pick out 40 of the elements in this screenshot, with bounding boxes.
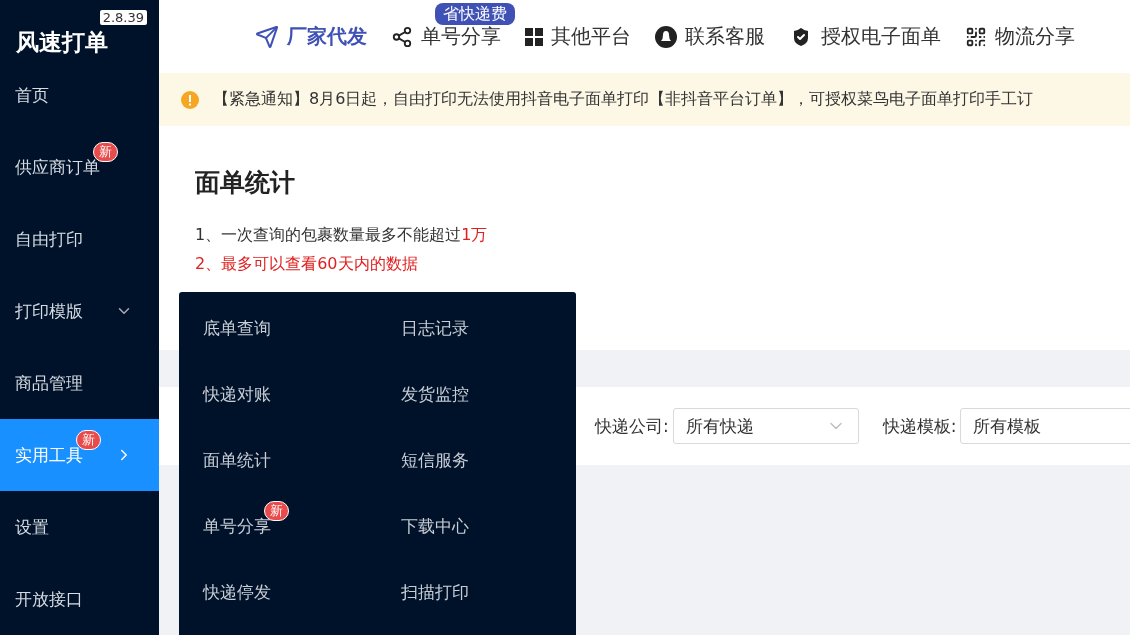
sidebar-item[interactable]: 供应商订单 新 (0, 131, 159, 203)
sidebar-item[interactable]: 自由打印 (0, 203, 159, 275)
notice-text: 【紧急通知】8月6日起，自由打印无法使用抖音电子面单打印【非抖音平台订单】，可授权菜鸟电子面单打印手工订 (213, 89, 1034, 110)
filter-label: 快递公司: (595, 414, 669, 438)
send-icon (255, 24, 279, 49)
menu-item[interactable]: 单号分享 新 (179, 493, 377, 559)
share-icon (391, 25, 413, 48)
menu-item[interactable]: 快递对账 (179, 361, 377, 427)
menu-item[interactable]: 日志记录 (377, 295, 576, 361)
sidebar-item[interactable]: 商品管理 (0, 347, 159, 419)
select-field[interactable]: 所有模板 (960, 408, 1130, 444)
nav-link[interactable]: 物流分享 (965, 23, 1075, 50)
qr-code-icon (965, 25, 987, 48)
page-title: 面单统计 (195, 167, 296, 199)
app-logo: 风速打单 (16, 28, 108, 57)
note-text: 2、最多可以查看60天内的数据 (195, 254, 419, 275)
version-label: 2.8.39 (99, 10, 147, 25)
sidebar-item[interactable]: 首页 (0, 59, 159, 131)
nav-link[interactable]: 其他平台 (525, 23, 631, 50)
menu-item[interactable]: 快递停发 (179, 559, 377, 625)
nav-link[interactable]: 联系客服 (655, 23, 765, 50)
sidebar-item[interactable]: 打印模版 (0, 275, 159, 347)
nav-link[interactable]: 授权电子面单 (789, 23, 941, 50)
filter-label: 快递模板: (882, 414, 957, 438)
note-text: 1、一次查询的包裹数量最多不能超过1万 (195, 225, 489, 246)
nav-link[interactable]: 单号分享 (391, 23, 501, 50)
menu-item[interactable]: 底单查询 (179, 295, 377, 361)
menu-item[interactable]: 发货监控 (377, 361, 576, 427)
menu-item[interactable]: 扫描打印 (377, 559, 576, 625)
menu-item[interactable]: 下载中心 (377, 493, 576, 559)
warning-icon (181, 90, 199, 109)
menu-item[interactable]: 短信服务 (377, 427, 576, 493)
menu-item[interactable]: 面单统计 (179, 427, 377, 493)
nav-link[interactable]: 厂家代发 (255, 23, 367, 50)
select-field[interactable]: 所有快递 (672, 408, 859, 444)
bell-icon (655, 25, 677, 48)
promo-badge: 省快递费 (435, 3, 515, 25)
sidebar-item[interactable]: 设置 (0, 491, 159, 563)
sidebar-item[interactable]: 开放接口 (0, 563, 159, 635)
grid-icon (525, 27, 543, 46)
